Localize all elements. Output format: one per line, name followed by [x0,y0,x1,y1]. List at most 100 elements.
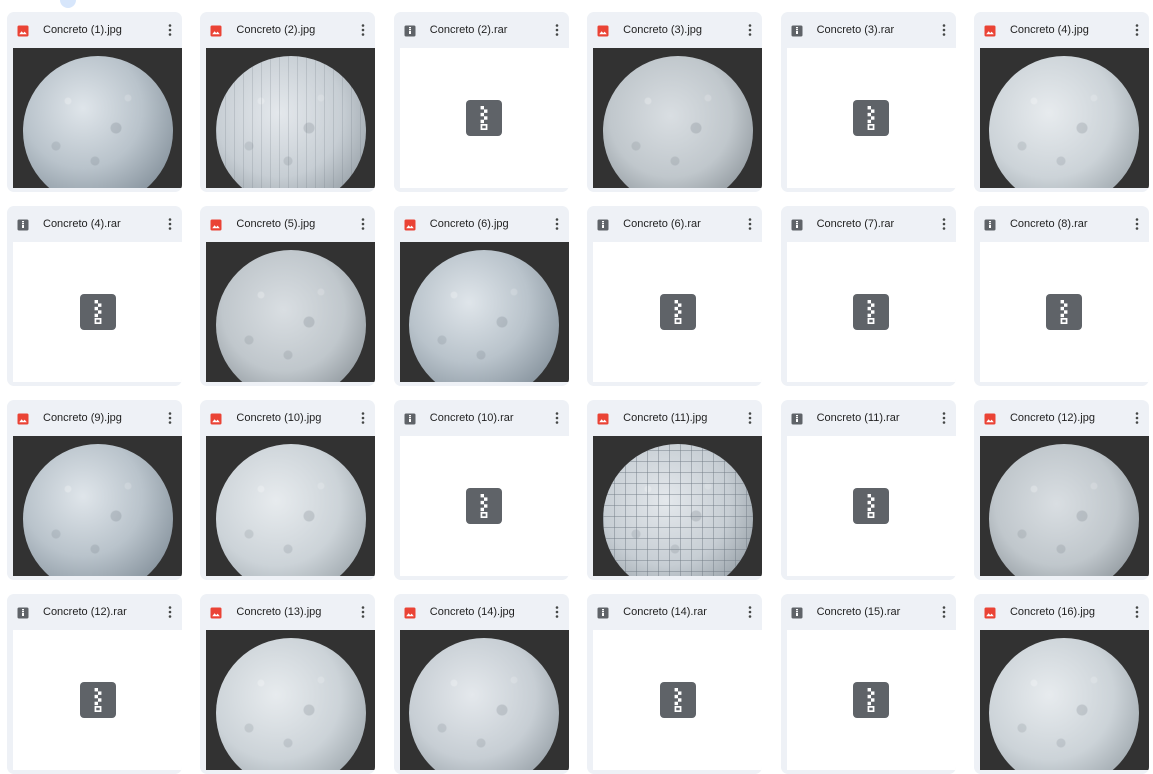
file-thumbnail[interactable] [786,436,956,576]
image-file-icon [210,218,222,231]
file-card[interactable]: Concreto (6).jpg [393,206,569,386]
file-card[interactable]: Concreto (1).jpg [7,12,182,192]
more-actions-button[interactable] [935,600,953,624]
file-card[interactable]: Concreto (12).rar [7,594,182,774]
more-actions-button[interactable] [354,600,372,624]
file-thumbnail[interactable] [786,630,956,770]
more-actions-button[interactable] [161,406,179,430]
more-actions-button[interactable] [741,406,759,430]
file-name: Concreto (8).rar [1009,218,1088,230]
more-vert-icon [748,24,752,36]
more-actions-button[interactable] [1128,212,1146,236]
archive-file-icon [791,412,803,425]
file-card[interactable]: Concreto (5).jpg [200,206,376,386]
file-thumbnail[interactable] [593,242,763,382]
file-card[interactable]: Concreto (4).jpg [973,12,1149,192]
image-file-icon [597,24,609,37]
file-thumbnail[interactable] [206,630,376,770]
file-thumbnail[interactable] [593,436,763,576]
file-thumbnail[interactable] [13,436,182,576]
file-card[interactable]: Concreto (15).rar [780,594,956,774]
file-thumbnail[interactable] [399,436,569,576]
more-actions-button[interactable] [354,406,372,430]
file-thumbnail[interactable] [979,630,1149,770]
more-actions-button[interactable] [1128,406,1146,430]
archive-file-icon [17,606,29,619]
file-card[interactable]: Concreto (11).jpg [587,400,763,580]
file-thumbnail[interactable] [399,630,569,770]
file-card[interactable]: Concreto (11).rar [780,400,956,580]
file-thumbnail[interactable] [13,630,182,770]
file-card-header: Concreto (14).rar [587,594,762,630]
more-actions-button[interactable] [161,18,179,42]
more-actions-button[interactable] [1128,18,1146,42]
file-thumbnail[interactable] [593,630,763,770]
file-thumbnail[interactable] [206,48,376,188]
file-thumbnail[interactable] [786,242,956,382]
zipper-icon [79,682,116,718]
file-thumbnail[interactable] [399,48,569,188]
more-vert-icon [1135,24,1139,36]
more-actions-button[interactable] [1128,600,1146,624]
file-thumbnail[interactable] [786,48,956,188]
more-actions-button[interactable] [354,18,372,42]
file-card[interactable]: Concreto (8).rar [973,206,1149,386]
file-thumbnail[interactable] [13,48,182,188]
file-card-header: Concreto (10).jpg [200,400,375,436]
more-actions-button[interactable] [741,18,759,42]
file-card[interactable]: Concreto (2).rar [393,12,569,192]
image-file-icon [210,412,222,425]
file-thumbnail[interactable] [399,242,569,382]
file-card[interactable]: Concreto (12).jpg [973,400,1149,580]
more-vert-icon [168,412,172,424]
file-card[interactable]: Concreto (14).rar [587,594,763,774]
file-thumbnail[interactable] [13,242,182,382]
more-actions-button[interactable] [548,600,566,624]
file-card[interactable]: Concreto (9).jpg [7,400,182,580]
file-thumbnail[interactable] [206,242,376,382]
file-card-header: Concreto (5).jpg [200,206,375,242]
file-card[interactable]: Concreto (7).rar [780,206,956,386]
more-actions-button[interactable] [548,212,566,236]
more-actions-button[interactable] [935,406,953,430]
concrete-sphere-preview [409,250,560,382]
image-file-icon [597,412,609,425]
file-card[interactable]: Concreto (4).rar [7,206,182,386]
more-vert-icon [748,606,752,618]
more-actions-button[interactable] [161,212,179,236]
more-vert-icon [362,412,365,424]
file-card[interactable]: Concreto (14).jpg [393,594,569,774]
file-card[interactable]: Concreto (3).rar [780,12,956,192]
file-card-header: Concreto (14).jpg [394,594,569,630]
file-card-header: Concreto (12).jpg [974,400,1149,436]
file-thumbnail[interactable] [593,48,763,188]
file-card[interactable]: Concreto (10).jpg [200,400,376,580]
file-card[interactable]: Concreto (3).jpg [587,12,763,192]
more-actions-button[interactable] [548,406,566,430]
zipper-icon [853,294,890,330]
more-vert-icon [555,606,559,618]
file-card[interactable]: Concreto (6).rar [587,206,763,386]
zipper-icon [853,682,890,718]
more-actions-button[interactable] [935,212,953,236]
more-actions-button[interactable] [161,600,179,624]
file-thumbnail[interactable] [979,436,1149,576]
file-card[interactable]: Concreto (2).jpg [200,12,376,192]
more-actions-button[interactable] [741,600,759,624]
file-thumbnail[interactable] [206,436,376,576]
more-actions-button[interactable] [548,18,566,42]
file-thumbnail[interactable] [979,242,1149,382]
file-card[interactable]: Concreto (16).jpg [973,594,1149,774]
zipper-icon [79,294,116,330]
decorative-dot [60,0,76,8]
file-card[interactable]: Concreto (10).rar [393,400,569,580]
more-actions-button[interactable] [741,212,759,236]
file-card[interactable]: Concreto (13).jpg [200,594,376,774]
more-actions-button[interactable] [935,18,953,42]
file-name: Concreto (14).jpg [429,606,515,618]
file-thumbnail[interactable] [979,48,1149,188]
file-grid: Concreto (1).jpg Concreto (2).jpg Concre… [7,12,1149,774]
more-actions-button[interactable] [354,212,372,236]
archive-file-icon [17,218,29,231]
file-card-header: Concreto (2).rar [394,12,569,48]
